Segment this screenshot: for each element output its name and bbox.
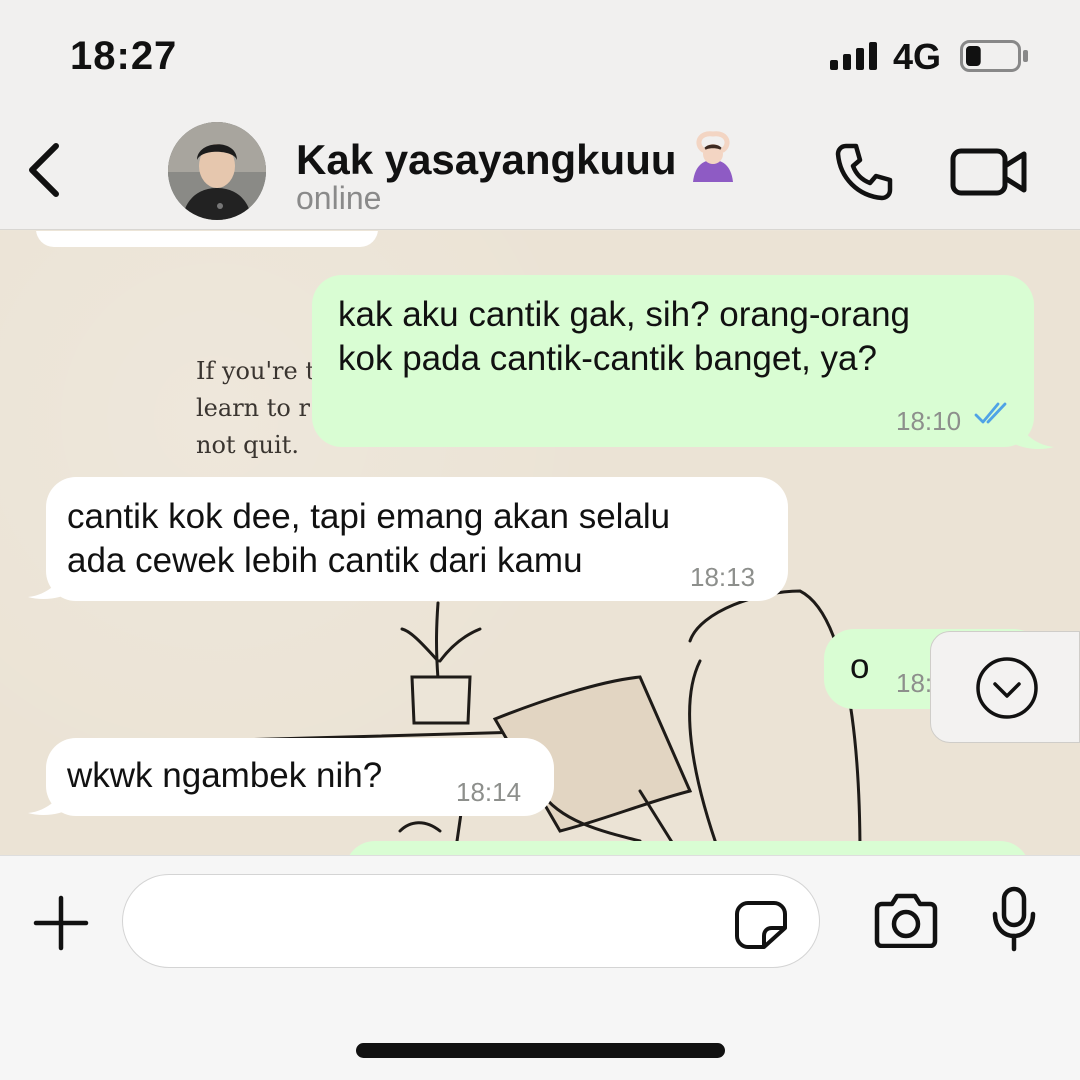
message-line: cantik kok dee, tapi emang akan selalu (67, 497, 671, 536)
phone-icon[interactable] (832, 140, 896, 204)
contact-name-text: Kak yasayangkuuu (296, 136, 677, 183)
message-bubble-incoming[interactable]: cantik kok dee, tapi emang akan selalu a… (46, 477, 788, 601)
avatar-photo-icon (168, 122, 266, 220)
message-time: 18:13 (690, 562, 756, 592)
chat-area[interactable]: If you're t learn to r not quit. kak aku… (0, 231, 1080, 855)
video-camera-icon[interactable] (950, 146, 1030, 198)
status-time: 18:27 (70, 34, 178, 78)
input-bar (0, 855, 1080, 1080)
double-check-read-icon (974, 402, 1007, 424)
message-bubble-incoming[interactable]: wkwk ngambek nih? 18:14 (46, 738, 554, 816)
person-gesturing-ok-emoji-icon (692, 131, 733, 182)
sticker-icon[interactable] (734, 900, 788, 950)
message-line: kak aku cantik gak, sih? orang-orang (338, 295, 910, 334)
message-time: 18:10 (896, 406, 962, 436)
plus-icon[interactable] (32, 894, 90, 952)
wallpaper-quote: If you're t learn to r not quit. (196, 353, 315, 464)
contact-avatar[interactable] (168, 122, 266, 220)
chevron-down-circle-icon (976, 657, 1038, 719)
back-chevron-icon[interactable] (22, 140, 72, 200)
message-text: cantik kok dee, tapi emang akan selalu a… (67, 495, 670, 583)
status-bar: 18:27 4G (0, 0, 1080, 110)
message-input[interactable] (122, 874, 820, 968)
wallpaper-quote-line: not quit. (196, 431, 299, 459)
message-bubble-outgoing-partial[interactable] (345, 841, 1030, 855)
scroll-to-bottom-button[interactable] (930, 631, 1080, 743)
message-text: wkwk ngambek nih? (67, 756, 383, 795)
message-time: 18: (896, 668, 933, 698)
contact-name[interactable]: Kak yasayangkuuu (296, 130, 739, 184)
previous-message-bubble[interactable] (36, 231, 378, 247)
microphone-icon[interactable] (990, 886, 1038, 952)
battery-icon (960, 40, 1028, 72)
wallpaper-quote-line: If you're t (196, 357, 316, 385)
camera-icon[interactable] (874, 892, 938, 948)
message-bubble-outgoing[interactable]: kak aku cantik gak, sih? orang-orang kok… (312, 275, 1034, 447)
network-type: 4G (893, 36, 942, 77)
chat-header: Kak yasayangkuuu online (0, 110, 1080, 230)
message-line: ada cewek lebih cantik dari kamu (67, 541, 583, 580)
message-text: o (850, 647, 870, 686)
message-text: kak aku cantik gak, sih? orang-orang kok… (338, 293, 910, 381)
home-indicator[interactable] (356, 1043, 725, 1058)
message-time: 18:14 (456, 777, 522, 807)
contact-status: online (296, 180, 382, 216)
signal-strength-icon (830, 42, 877, 70)
wallpaper-quote-line: learn to r (196, 394, 310, 422)
message-line: kok pada cantik-cantik banget, ya? (338, 339, 877, 378)
